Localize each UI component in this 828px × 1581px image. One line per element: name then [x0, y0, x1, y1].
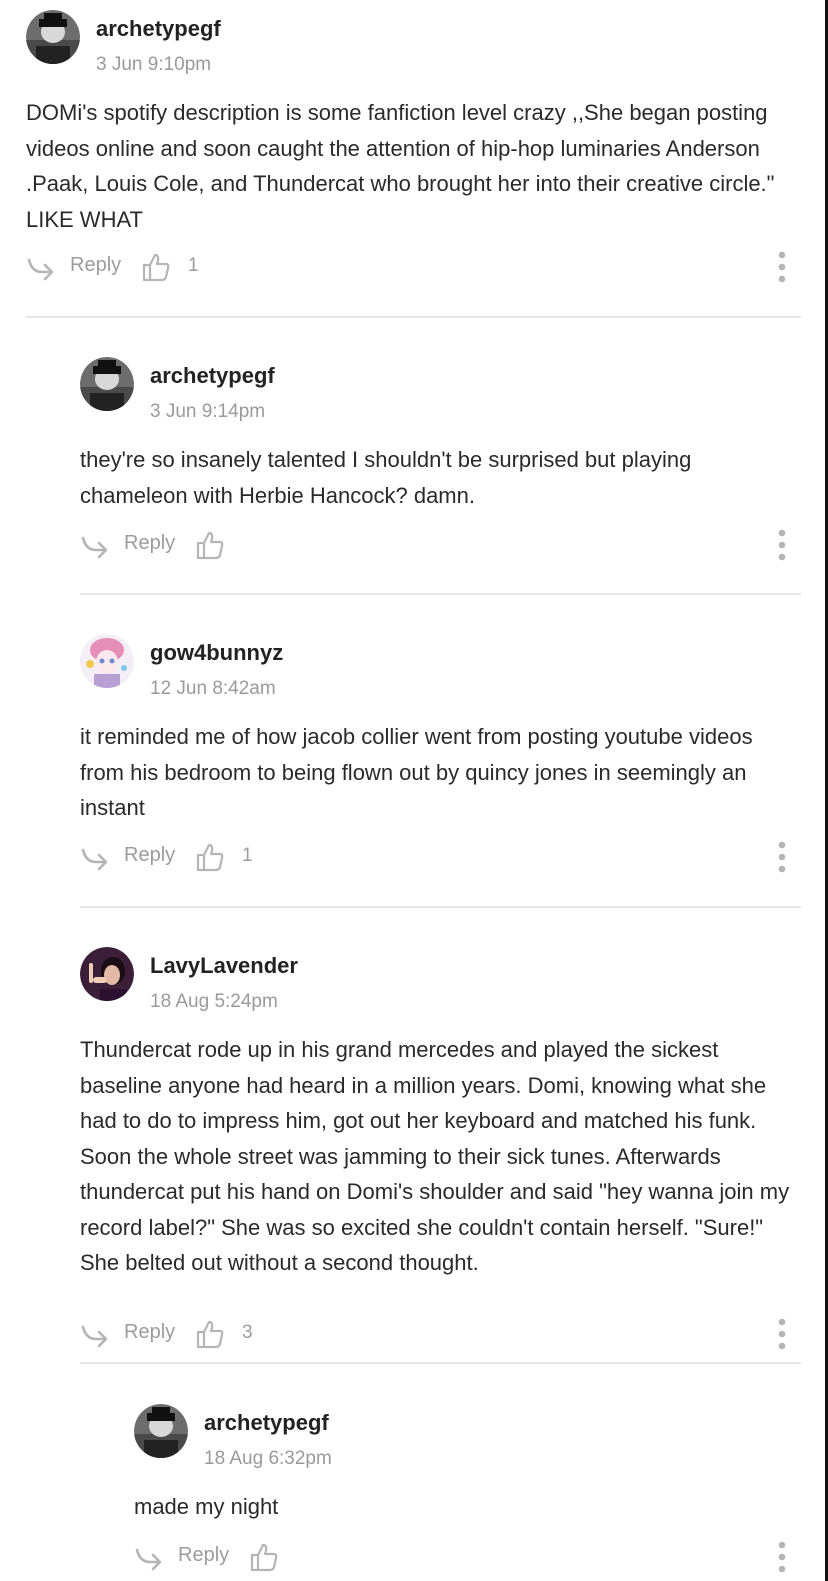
- reply-arrow-icon[interactable]: [80, 532, 108, 560]
- comment-username[interactable]: archetypegf: [96, 16, 221, 42]
- more-vertical-icon[interactable]: [777, 528, 787, 562]
- reply-arrow-icon[interactable]: [134, 1544, 162, 1572]
- more-vertical-icon[interactable]: [777, 840, 787, 874]
- comment-username[interactable]: gow4bunnyz: [150, 640, 283, 666]
- reply-arrow-icon[interactable]: [80, 844, 108, 872]
- comment-divider: [26, 316, 801, 318]
- reply-button[interactable]: Reply: [124, 1321, 175, 1344]
- like-count: 1: [242, 845, 253, 866]
- comment-divider: [80, 593, 801, 595]
- comment-timestamp: 18 Aug 5:24pm: [150, 991, 278, 1012]
- thumbs-up-icon[interactable]: [250, 1542, 278, 1572]
- avatar[interactable]: [80, 357, 134, 411]
- comment-actions: Reply: [134, 1540, 801, 1576]
- reply-button[interactable]: Reply: [124, 844, 175, 867]
- comment-timestamp: 12 Jun 8:42am: [150, 678, 276, 699]
- reply-arrow-icon[interactable]: [26, 254, 54, 282]
- more-vertical-icon[interactable]: [777, 1540, 787, 1574]
- comment-timestamp: 3 Jun 9:10pm: [96, 54, 212, 75]
- comment-body: they're so insanely talented I shouldn't…: [80, 447, 692, 508]
- comment-actions: Reply 1: [80, 840, 801, 876]
- comment-divider: [80, 906, 801, 908]
- thumbs-up-icon[interactable]: [196, 530, 224, 560]
- thumbs-up-icon[interactable]: [196, 1319, 224, 1349]
- thumbs-up-icon[interactable]: [142, 252, 170, 282]
- avatar[interactable]: [80, 634, 134, 688]
- reply-button[interactable]: Reply: [178, 1544, 229, 1567]
- more-vertical-icon[interactable]: [777, 250, 787, 284]
- comment-actions: Reply 1: [26, 250, 801, 286]
- more-vertical-icon[interactable]: [777, 1317, 787, 1351]
- comment-actions: Reply 3: [80, 1317, 801, 1353]
- avatar[interactable]: [80, 947, 134, 1001]
- comment-divider: [80, 1362, 801, 1364]
- reply-button[interactable]: Reply: [70, 254, 121, 277]
- comment-body: Thundercat rode up in his grand mercedes…: [80, 1037, 790, 1275]
- comment-body: DOMi's spotify description is some fanfi…: [26, 100, 775, 232]
- comment-timestamp: 3 Jun 9:14pm: [150, 401, 266, 422]
- avatar[interactable]: [134, 1404, 188, 1458]
- comment-actions: Reply: [80, 528, 801, 564]
- reply-arrow-icon[interactable]: [80, 1321, 108, 1349]
- reply-button[interactable]: Reply: [124, 532, 175, 555]
- thumbs-up-icon[interactable]: [196, 842, 224, 872]
- like-count: 3: [242, 1322, 253, 1343]
- avatar[interactable]: [26, 10, 80, 64]
- comment-username[interactable]: LavyLavender: [150, 953, 298, 979]
- comment-username[interactable]: archetypegf: [204, 1410, 329, 1436]
- like-count: 1: [188, 255, 199, 276]
- comment-body: made my night: [134, 1494, 279, 1519]
- comment-username[interactable]: archetypegf: [150, 363, 275, 389]
- comment-body: it reminded me of how jacob collier went…: [80, 724, 753, 820]
- comment-timestamp: 18 Aug 6:32pm: [204, 1448, 332, 1469]
